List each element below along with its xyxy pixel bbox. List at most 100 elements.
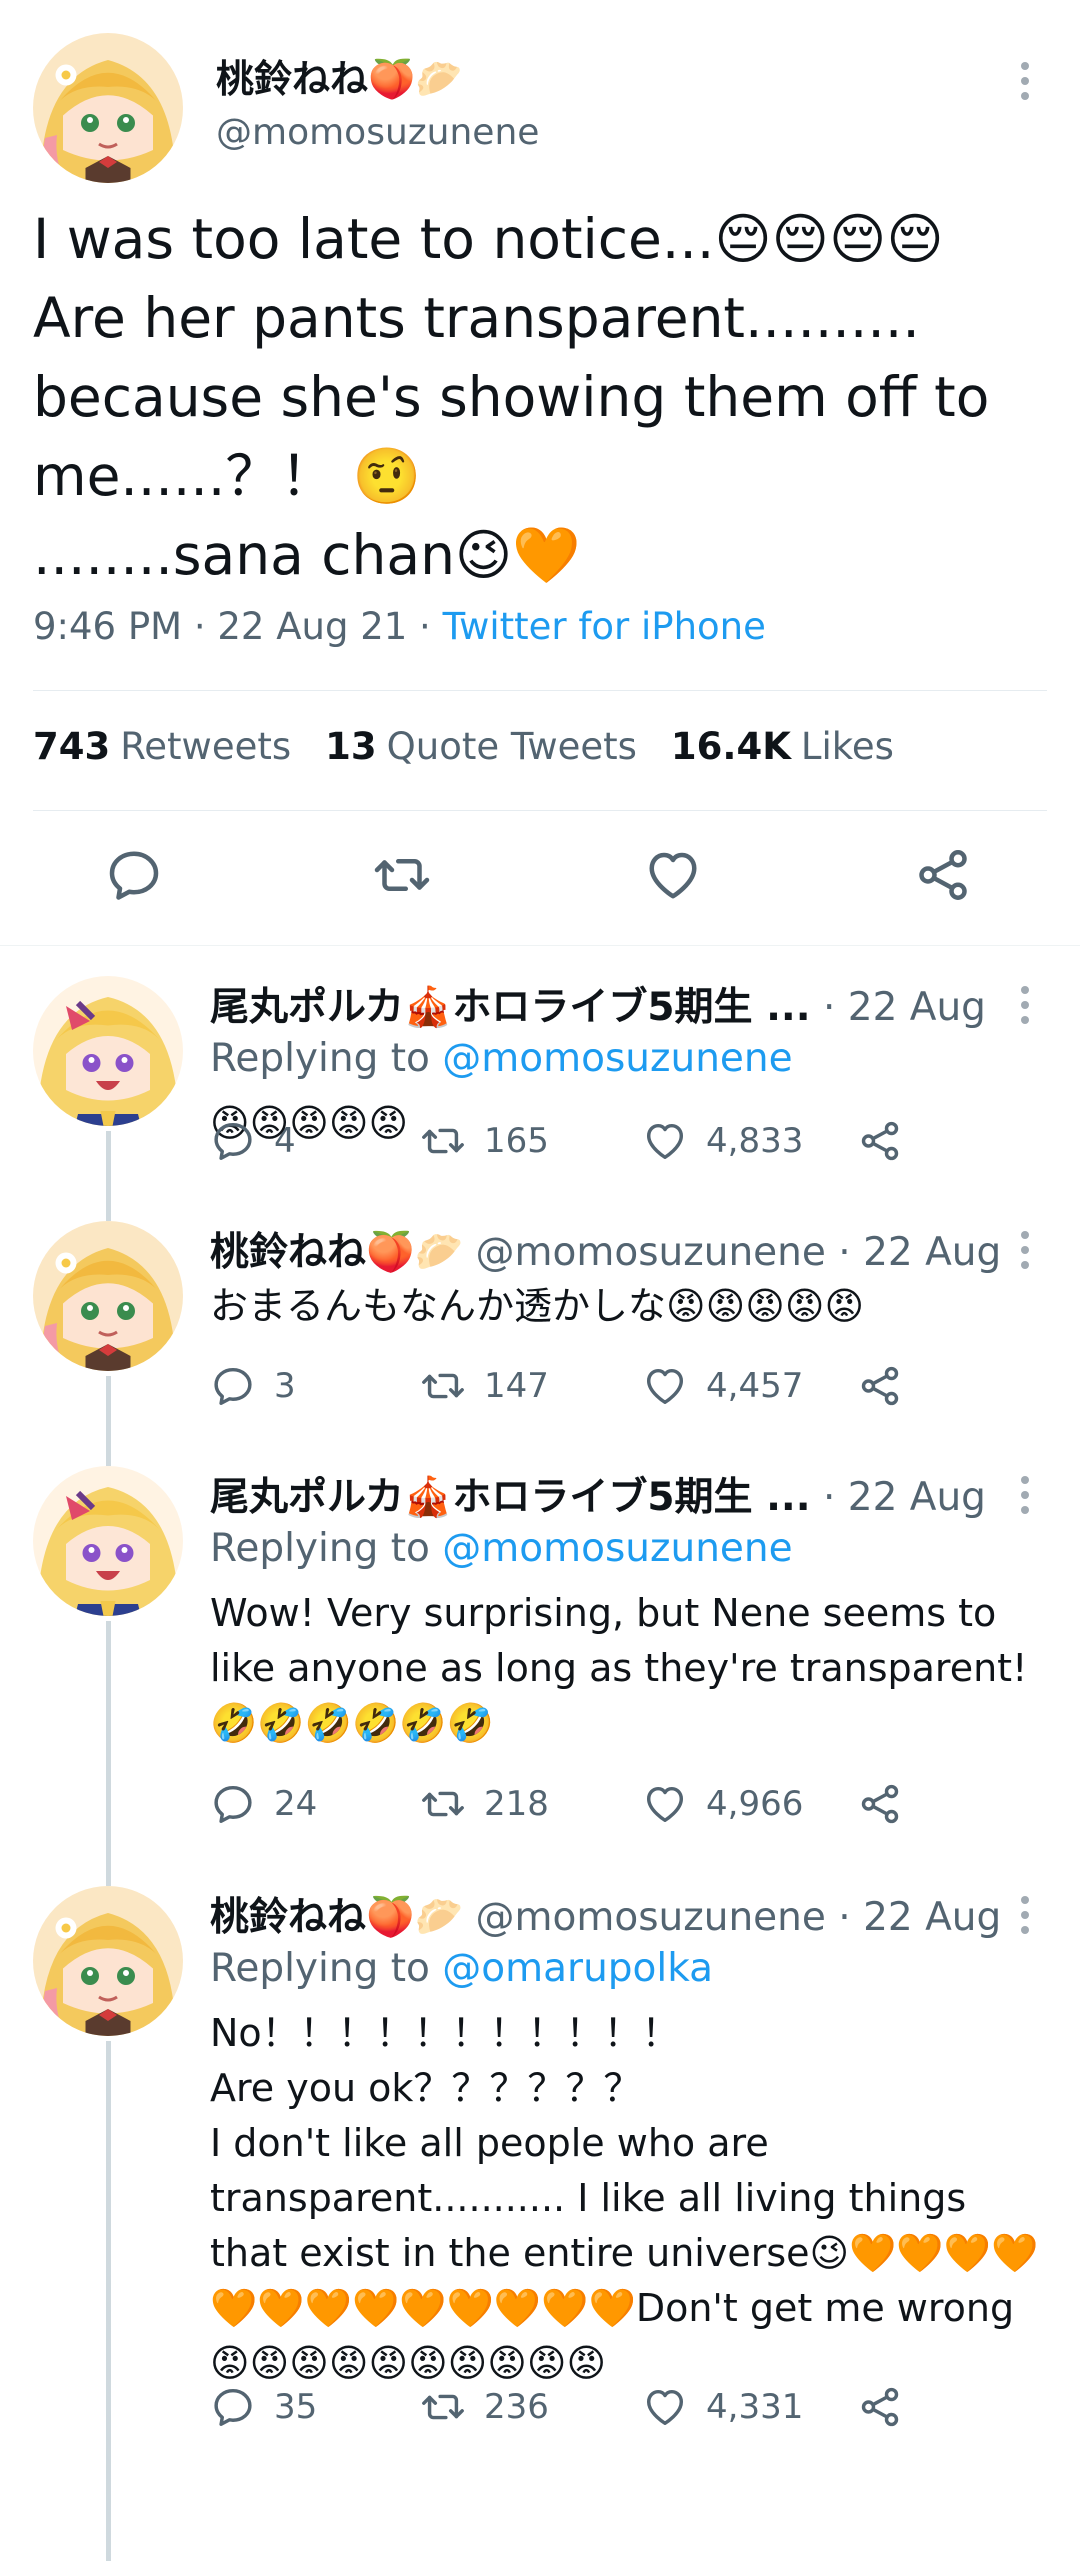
reply-tweet[interactable]: 尾丸ポルカ🎪ホロライブ5期生 ... · 22 Aug Replying to … bbox=[0, 1436, 1080, 1856]
reply-count: 3 bbox=[274, 1366, 296, 1406]
retweet-icon[interactable] bbox=[372, 845, 432, 905]
share-icon[interactable] bbox=[913, 845, 973, 905]
reply-button[interactable]: 24 bbox=[210, 1781, 420, 1827]
share-button[interactable] bbox=[857, 1363, 921, 1409]
reply-button[interactable]: 35 bbox=[210, 2384, 420, 2430]
share-button[interactable] bbox=[857, 2384, 921, 2430]
like-icon bbox=[642, 2384, 688, 2430]
divider bbox=[33, 810, 1047, 811]
reply-date[interactable]: · 22 Aug bbox=[811, 985, 986, 1030]
likes-stat[interactable]: 16.4K Likes bbox=[671, 725, 894, 768]
reply-tweet[interactable]: 桃鈴ねね🍑🥟 @momosuzunene · 22 Aug おまるんもなんか透か… bbox=[0, 1191, 1080, 1436]
avatar[interactable] bbox=[33, 976, 183, 1126]
like-icon bbox=[642, 1363, 688, 1409]
author-name[interactable]: 尾丸ポルカ🎪ホロライブ5期生 ... bbox=[210, 1475, 811, 1520]
thread-line bbox=[106, 1191, 111, 1221]
retweet-button[interactable]: 147 bbox=[420, 1363, 642, 1409]
author-name[interactable]: 尾丸ポルカ🎪ホロライブ5期生 ... bbox=[210, 985, 811, 1030]
like-button[interactable]: 4,966 bbox=[642, 1781, 857, 1827]
retweets-stat[interactable]: 743 Retweets bbox=[33, 725, 291, 768]
like-count: 4,833 bbox=[706, 1121, 804, 1161]
tweet-stats: 743 Retweets 13 Quote Tweets 16.4K Likes bbox=[33, 725, 894, 768]
avatar[interactable] bbox=[33, 1466, 183, 1616]
like-icon bbox=[642, 1118, 688, 1164]
avatar[interactable] bbox=[33, 33, 183, 183]
tweet-meta: 9:46 PM · 22 Aug 21 · Twitter for iPhone bbox=[33, 605, 766, 648]
share-button[interactable] bbox=[857, 1118, 921, 1164]
avatar[interactable] bbox=[33, 1886, 183, 2036]
like-icon bbox=[642, 1781, 688, 1827]
more-options-icon[interactable] bbox=[1018, 1476, 1032, 1514]
retweet-count: 147 bbox=[484, 1366, 549, 1406]
thread-line bbox=[106, 1856, 111, 1886]
reply-tweet[interactable]: 桃鈴ねね🍑🥟 @momosuzunene · 22 Aug Replying t… bbox=[0, 1856, 1080, 2561]
reply-action-bar: 35 236 4,331 bbox=[210, 2384, 921, 2430]
like-count: 4,966 bbox=[706, 1784, 804, 1824]
reply-button[interactable]: 4 bbox=[210, 1118, 420, 1164]
retweet-count: 165 bbox=[484, 1121, 549, 1161]
author-handle[interactable]: @momosuzunene bbox=[463, 1895, 826, 1940]
replying-to-handle[interactable]: @momosuzunene bbox=[442, 1036, 792, 1081]
reply-text: No！！！！！！！！！！！ Are you ok？？？？？？ I don't l… bbox=[210, 2011, 1039, 2385]
replying-to-handle[interactable]: @momosuzunene bbox=[442, 1526, 792, 1571]
share-icon bbox=[857, 2384, 903, 2430]
reply-count: 24 bbox=[274, 1784, 318, 1824]
author-name[interactable]: 桃鈴ねね🍑🥟 bbox=[210, 1230, 463, 1275]
like-button[interactable]: 4,331 bbox=[642, 2384, 857, 2430]
share-button[interactable] bbox=[857, 1781, 921, 1827]
like-icon[interactable] bbox=[643, 845, 703, 905]
share-icon bbox=[857, 1781, 903, 1827]
more-options-icon[interactable] bbox=[1018, 1231, 1032, 1269]
reply-icon bbox=[210, 1118, 256, 1164]
like-button[interactable]: 4,457 bbox=[642, 1363, 857, 1409]
retweet-count: 218 bbox=[484, 1784, 549, 1824]
thread-line bbox=[106, 1436, 111, 1466]
tweet-source-link[interactable]: Twitter for iPhone bbox=[443, 605, 766, 648]
reply-date[interactable]: · 22 Aug bbox=[811, 1475, 986, 1520]
author-name[interactable]: 桃鈴ねね🍑🥟 bbox=[216, 48, 463, 103]
author-name[interactable]: 桃鈴ねね🍑🥟 bbox=[210, 1895, 463, 1940]
reply-action-bar: 4 165 4,833 bbox=[210, 1118, 921, 1164]
like-button[interactable]: 4,833 bbox=[642, 1118, 857, 1164]
replying-to-handle[interactable]: @omarupolka bbox=[442, 1946, 713, 1991]
thread-line bbox=[106, 1621, 111, 1856]
reply-date[interactable]: · 22 Aug bbox=[826, 1230, 1001, 1275]
thread-line bbox=[106, 2041, 111, 2561]
reply-date[interactable]: · 22 Aug bbox=[826, 1895, 1001, 1940]
retweet-button[interactable]: 236 bbox=[420, 2384, 642, 2430]
retweet-button[interactable]: 165 bbox=[420, 1118, 642, 1164]
reply-icon bbox=[210, 2384, 256, 2430]
retweet-icon bbox=[420, 1781, 466, 1827]
tweet-timestamp[interactable]: 9:46 PM · 22 Aug 21 · bbox=[33, 605, 443, 648]
reply-icon[interactable] bbox=[104, 845, 164, 905]
reply-count: 35 bbox=[274, 2387, 318, 2427]
reply-action-bar: 24 218 4,966 bbox=[210, 1781, 921, 1827]
more-options-icon[interactable] bbox=[1018, 986, 1032, 1024]
tweet-action-bar bbox=[0, 845, 1080, 915]
reply-icon bbox=[210, 1363, 256, 1409]
reply-tweet[interactable]: 尾丸ポルカ🎪ホロライブ5期生 ... · 22 Aug Replying to … bbox=[0, 946, 1080, 1191]
more-options-icon[interactable] bbox=[1018, 62, 1032, 100]
avatar[interactable] bbox=[33, 1221, 183, 1371]
like-count: 4,331 bbox=[706, 2387, 804, 2427]
more-options-icon[interactable] bbox=[1018, 1896, 1032, 1934]
retweet-button[interactable]: 218 bbox=[420, 1781, 642, 1827]
reply-text: おまるんもなんか透かしな😡😡😡😡😡 bbox=[210, 1284, 865, 1328]
retweet-icon bbox=[420, 1363, 466, 1409]
reply-count: 4 bbox=[274, 1121, 296, 1161]
reply-button[interactable]: 3 bbox=[210, 1363, 420, 1409]
thread-line bbox=[106, 1376, 111, 1436]
retweet-icon bbox=[420, 1118, 466, 1164]
quote-tweets-stat[interactable]: 13 Quote Tweets bbox=[325, 725, 637, 768]
retweet-icon bbox=[420, 2384, 466, 2430]
replying-to: Replying to @omarupolka bbox=[210, 1946, 714, 1991]
author-handle[interactable]: @momosuzunene bbox=[216, 112, 539, 153]
share-icon bbox=[857, 1363, 903, 1409]
reply-header: 桃鈴ねね🍑🥟 @momosuzunene · 22 Aug bbox=[210, 1886, 1030, 1942]
like-count: 4,457 bbox=[706, 1366, 804, 1406]
reply-icon bbox=[210, 1781, 256, 1827]
reply-header: 尾丸ポルカ🎪ホロライブ5期生 ... · 22 Aug bbox=[210, 976, 1030, 1032]
replying-to: Replying to @momosuzunene bbox=[210, 1036, 793, 1081]
author-handle[interactable]: @momosuzunene bbox=[463, 1230, 826, 1275]
reply-action-bar: 3 147 4,457 bbox=[210, 1363, 921, 1409]
